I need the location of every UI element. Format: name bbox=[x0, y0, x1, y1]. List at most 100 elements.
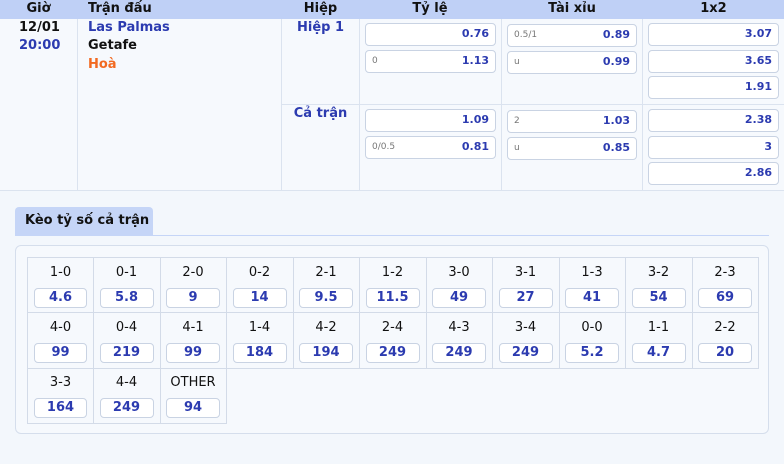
score-label: 3-3 bbox=[49, 375, 72, 390]
under-odds[interactable]: u 0.85 bbox=[507, 137, 637, 160]
over-odds[interactable]: 2 1.03 bbox=[507, 110, 637, 133]
score-label: 2-2 bbox=[714, 319, 736, 335]
header-match: Trận đấu bbox=[88, 1, 152, 16]
score-odds-button[interactable]: 99 bbox=[34, 342, 87, 363]
score-cell: 1-0 4.6 bbox=[27, 257, 94, 313]
score-label: 3-0 bbox=[448, 265, 470, 280]
score-cell: 3-3 164 bbox=[27, 368, 94, 424]
under-marker: u bbox=[514, 143, 520, 153]
score-cell: 1-4 184 bbox=[226, 312, 294, 369]
score-odds-button[interactable]: 164 bbox=[34, 398, 87, 418]
score-cell: 2-0 9 bbox=[160, 257, 227, 313]
score-odds-button[interactable]: 249 bbox=[99, 398, 154, 418]
score-cell: 4-0 99 bbox=[27, 312, 94, 369]
score-label: 1-3 bbox=[581, 265, 603, 280]
handicap-odds-home[interactable]: 1.09 bbox=[365, 109, 496, 132]
score-cell: 1-3 41 bbox=[559, 257, 626, 313]
away-team[interactable]: Getafe bbox=[88, 38, 137, 53]
handicap-odds-away[interactable]: 0 1.13 bbox=[365, 50, 496, 73]
score-odds-button[interactable]: 249 bbox=[365, 342, 420, 363]
header-half: Hiệp bbox=[303, 1, 338, 16]
match-time: 20:00 bbox=[19, 38, 61, 53]
x12-away-odds[interactable]: 2.86 bbox=[648, 162, 779, 185]
header-1x2: 1x2 bbox=[700, 1, 727, 16]
score-odds-button[interactable]: 99 bbox=[166, 342, 220, 363]
score-label: 3-1 bbox=[514, 265, 537, 280]
score-odds-button[interactable]: 184 bbox=[232, 342, 287, 363]
score-odds-button[interactable]: 11.5 bbox=[365, 288, 420, 308]
score-odds-button[interactable]: 4.7 bbox=[631, 342, 686, 363]
score-odds-button[interactable]: 41 bbox=[565, 288, 619, 308]
x12-away-odds[interactable]: 1.91 bbox=[648, 76, 779, 99]
score-label: 4-2 bbox=[315, 319, 337, 335]
score-odds-button[interactable]: 249 bbox=[432, 342, 486, 363]
score-odds-button[interactable]: 9 bbox=[166, 288, 220, 308]
table-header: Giờ Trận đấu Hiệp Tỷ lệ Tài xỉu 1x2 bbox=[0, 0, 784, 19]
handicap-odds-home[interactable]: 0.76 bbox=[365, 23, 496, 46]
score-label: 1-0 bbox=[49, 265, 72, 280]
column-divider bbox=[642, 19, 643, 191]
score-cell: 2-4 249 bbox=[359, 312, 427, 369]
score-odds-button[interactable]: 219 bbox=[99, 342, 154, 363]
score-odds-button[interactable]: 5.8 bbox=[99, 288, 154, 308]
odds-value: 1.03 bbox=[602, 114, 630, 127]
score-label: 3-2 bbox=[647, 265, 670, 280]
score-label: 0-1 bbox=[115, 265, 138, 280]
odds-value: 3.07 bbox=[744, 27, 772, 40]
column-divider bbox=[77, 19, 78, 191]
score-odds-button[interactable]: 4.6 bbox=[34, 288, 87, 308]
score-odds-button[interactable]: 49 bbox=[432, 288, 486, 308]
score-label: 0-0 bbox=[581, 319, 603, 335]
score-cell: 4-4 249 bbox=[93, 368, 161, 424]
tab-correct-score[interactable]: Kèo tỷ số cả trận bbox=[15, 207, 153, 236]
handicap-odds-away[interactable]: 0/0.5 0.81 bbox=[365, 136, 496, 159]
score-cell: 0-0 5.2 bbox=[559, 312, 626, 369]
tab-underline bbox=[15, 235, 769, 236]
correct-score-panel: 1-0 4.6 0-1 5.8 2-0 9 0-2 14 2-1 9.5 1-2 11.5 3-0 49 3… bbox=[15, 245, 769, 434]
score-odds-button[interactable]: 20 bbox=[698, 342, 752, 363]
score-odds-button[interactable]: 27 bbox=[498, 288, 553, 308]
x12-draw-odds[interactable]: 3.65 bbox=[648, 50, 779, 73]
score-odds-button[interactable]: 14 bbox=[232, 288, 287, 308]
over-odds[interactable]: 0.5/1 0.89 bbox=[507, 24, 637, 47]
handicap-line: 0 bbox=[372, 56, 378, 66]
home-team[interactable]: Las Palmas bbox=[88, 20, 170, 35]
under-marker: u bbox=[514, 57, 520, 67]
match-date: 12/01 bbox=[19, 20, 60, 35]
header-time: Giờ bbox=[26, 1, 51, 16]
score-label: 2-3 bbox=[714, 265, 736, 280]
odds-value: 3 bbox=[764, 140, 772, 153]
x12-draw-odds[interactable]: 3 bbox=[648, 136, 779, 159]
score-cell: 0-1 5.8 bbox=[93, 257, 161, 313]
odds-value: 3.65 bbox=[744, 54, 772, 67]
score-label: 4-0 bbox=[49, 319, 72, 335]
score-cell: 0-2 14 bbox=[226, 257, 294, 313]
odds-value: 2.38 bbox=[744, 113, 772, 126]
score-odds-button[interactable]: 194 bbox=[299, 342, 353, 363]
score-label: 4-4 bbox=[115, 375, 138, 390]
x12-home-odds[interactable]: 3.07 bbox=[648, 23, 779, 46]
score-odds-button[interactable]: 9.5 bbox=[299, 288, 353, 308]
score-cell: 4-2 194 bbox=[293, 312, 360, 369]
score-odds-button[interactable]: 69 bbox=[698, 288, 752, 308]
score-label: 2-4 bbox=[381, 319, 404, 335]
score-odds-button[interactable]: 54 bbox=[631, 288, 686, 308]
score-label: 4-1 bbox=[182, 319, 204, 335]
score-odds-button[interactable]: 94 bbox=[166, 398, 220, 418]
header-overunder: Tài xỉu bbox=[548, 1, 596, 16]
total-line: 0.5/1 bbox=[514, 30, 538, 40]
score-cell: 1-2 11.5 bbox=[359, 257, 427, 313]
score-odds-button[interactable]: 249 bbox=[498, 342, 553, 363]
score-cell: 4-3 249 bbox=[426, 312, 493, 369]
score-label: 1-1 bbox=[647, 319, 670, 335]
under-odds[interactable]: u 0.99 bbox=[507, 51, 637, 74]
score-cell: 2-3 69 bbox=[692, 257, 759, 313]
period-full-match: Cả trận bbox=[293, 106, 348, 121]
score-odds-button[interactable]: 5.2 bbox=[565, 342, 619, 363]
x12-home-odds[interactable]: 2.38 bbox=[648, 109, 779, 132]
score-label: 4-3 bbox=[448, 319, 470, 335]
score-cell: 1-1 4.7 bbox=[625, 312, 693, 369]
header-handicap: Tỷ lệ bbox=[412, 1, 448, 16]
handicap-line: 0/0.5 bbox=[372, 142, 396, 152]
score-cell: 4-1 99 bbox=[160, 312, 227, 369]
